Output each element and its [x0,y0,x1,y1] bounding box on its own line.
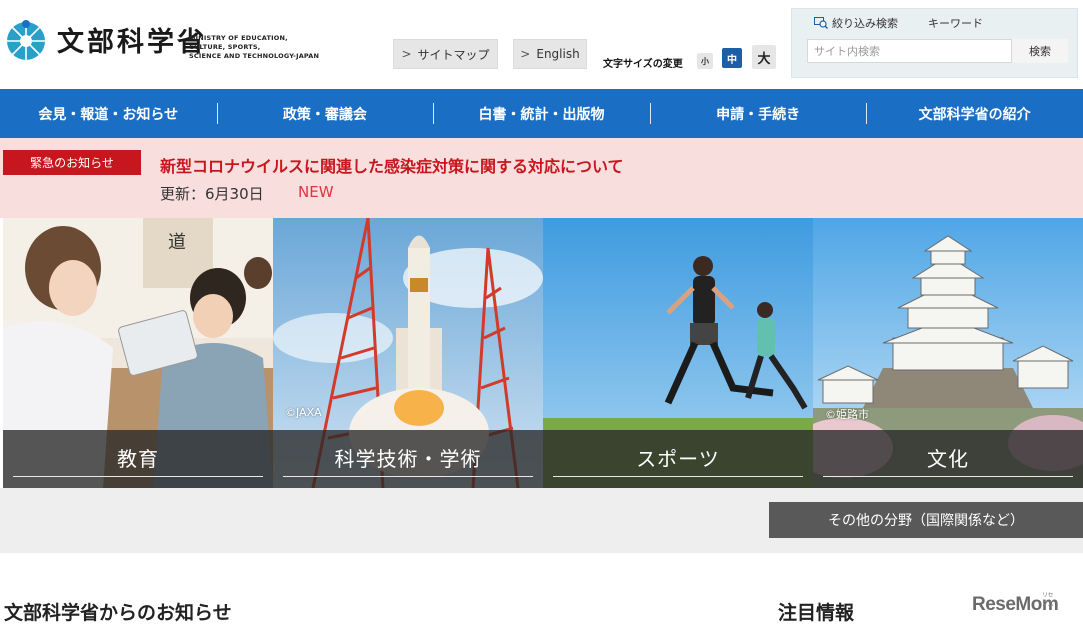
new-badge: NEW [298,183,334,201]
font-size-small-button[interactable]: 小 [697,53,713,69]
tile-underline [553,476,803,477]
search-button[interactable]: 検索 [1012,39,1068,63]
tile-education[interactable]: 道 教育 [3,218,273,488]
emergency-update-date: 更新：6月30日 [160,185,264,203]
filter-search-icon [814,17,828,29]
sitemap-button[interactable]: > サイトマップ [393,39,498,69]
global-nav: 会見・報道・お知らせ 政策・審議会 白書・統計・出版物 申請・手続き 文部科学省… [0,89,1083,138]
nav-item-policy[interactable]: 政策・審議会 [216,89,434,138]
tile-underline [283,476,533,477]
search-panel: 絞り込み検索 キーワード 検索 [791,8,1078,78]
emergency-badge: 緊急のお知らせ [3,150,141,175]
tile-label: 科学技術・学術 [334,447,482,471]
mext-logo[interactable]: 文部科学省 MINISTRY OF EDUCATION, CULTURE, SP… [5,14,335,70]
site-header: 文部科学省 MINISTRY OF EDUCATION, CULTURE, SP… [0,0,1083,89]
category-tiles: 道 教育 ©JAXA 科学技術・学術 スポーツ ©姫路市 文化 [3,218,1083,488]
nav-item-applications[interactable]: 申請・手続き [649,89,867,138]
nav-item-press[interactable]: 会見・報道・お知らせ [0,89,217,138]
filter-search-link[interactable]: 絞り込み検索 [814,15,898,31]
tile-photo-credit: ©姫路市 [825,408,869,421]
tile-culture[interactable]: ©姫路市 文化 [813,218,1083,488]
resemom-watermark: ReseMom リセマム [972,593,1059,615]
svg-text:道: 道 [168,232,186,253]
logo-text-jp: 文部科学省 [57,27,207,58]
news-section-title: 文部科学省からのお知らせ [4,602,232,624]
tile-underline [13,476,263,477]
chevron-right-icon: > [401,47,412,61]
tile-science[interactable]: ©JAXA 科学技術・学術 [273,218,543,488]
tile-underline [823,476,1073,477]
tile-label: 文化 [927,447,969,471]
nav-item-about[interactable]: 文部科学省の紹介 [866,89,1083,138]
english-button[interactable]: > English [513,39,587,69]
tile-label: スポーツ [636,447,720,471]
emergency-title-link[interactable]: 新型コロナウイルスに関連した感染症対策に関する対応について [160,153,624,177]
emergency-notice: 緊急のお知らせ 新型コロナウイルスに関連した感染症対策に関する対応について 更新… [0,138,1083,218]
tile-photo-credit: ©JAXA [285,406,322,419]
keyword-label: キーワード [928,17,983,30]
font-size-medium-button[interactable]: 中 [722,48,742,68]
tile-sports[interactable]: スポーツ [543,218,813,488]
chevron-right-icon: > [520,47,531,61]
logo-mark-icon [7,20,45,60]
font-size-large-button[interactable]: 大 [752,45,776,69]
featured-section-title: 注目情報 [778,602,855,624]
other-fields-strip: その他の分野（国際関係など） [0,488,1083,553]
site-search-input[interactable] [807,39,1012,63]
other-fields-button[interactable]: その他の分野（国際関係など） [769,502,1083,538]
font-size-label: 文字サイズの変更 [603,59,683,70]
tile-label: 教育 [117,447,159,471]
nav-item-publications[interactable]: 白書・統計・出版物 [433,89,650,138]
logo-text-en: MINISTRY OF EDUCATION, CULTURE, SPORTS, … [189,34,320,60]
